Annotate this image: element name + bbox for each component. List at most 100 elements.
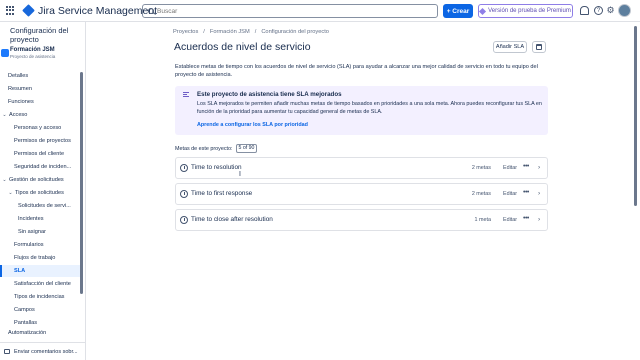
breadcrumb: Proyectos / Formación JSM / Configuració… [173, 29, 329, 35]
edit-sla-button[interactable]: Editar [503, 165, 517, 171]
create-button[interactable]: + Crear [443, 4, 473, 18]
priority-list-icon [183, 92, 189, 97]
sidebar-item-personas-y-acceso[interactable]: Personas y acceso [0, 122, 80, 134]
main-scrollbar[interactable] [634, 26, 637, 206]
sidebar-item-label: Gestión de solicitudes [9, 177, 64, 183]
notifications-bell-icon[interactable] [580, 6, 589, 15]
sidebar-item-resumen[interactable]: Resumen [0, 83, 80, 95]
help-icon[interactable]: ? [594, 6, 603, 15]
sidebar-item-acceso[interactable]: ⌄ Acceso [0, 109, 80, 121]
clock-icon [180, 216, 188, 224]
jira-logo-icon[interactable] [22, 4, 35, 17]
calendar-button[interactable] [532, 41, 546, 53]
app-name[interactable]: Jira Service Management [38, 5, 157, 17]
project-settings-sidebar: Configuración del proyecto Formación JSM… [0, 22, 86, 360]
sidebar-item-label: SLA [14, 268, 26, 274]
breadcrumb-separator: / [254, 29, 257, 35]
more-actions-icon[interactable]: ••• [523, 215, 529, 222]
sidebar-item-label: Flujos de trabajo [14, 255, 56, 261]
page-title: Acuerdos de nivel de servicio [174, 41, 311, 53]
sidebar-item-tipos-de-incidencias[interactable]: Tipos de incidencias [0, 291, 80, 303]
breadcrumb-item-settings[interactable]: Configuración del proyecto [261, 29, 329, 35]
settings-gear-icon[interactable]: ⚙ [606, 5, 615, 15]
sla-goal-count: 1 meta [474, 217, 491, 223]
sidebar-item-permisos-de-proyectos[interactable]: Permisos de proyectos [0, 135, 80, 147]
breadcrumb-item-proyectos[interactable]: Proyectos [173, 29, 198, 35]
sidebar-item-gestion-de-solicitudes[interactable]: ⌄ Gestión de solicitudes [0, 174, 80, 186]
chevron-right-icon[interactable]: › [538, 216, 540, 223]
configure-sla-priority-link[interactable]: Aprende a configurar los SLA por priorid… [197, 122, 308, 128]
sla-row[interactable]: Time to close after resolution 1 meta Ed… [175, 209, 548, 231]
sidebar-item-label: Pantallas [14, 320, 38, 326]
sidebar-item-label: Satisfacción del cliente [14, 281, 71, 287]
chevron-down-icon: ⌄ [2, 112, 7, 118]
project-name: Formación JSM [10, 47, 55, 53]
sidebar-item-detalles[interactable]: Detalles [0, 70, 80, 82]
sla-row[interactable]: Time to resolution 2 metas Editar ••• › [175, 157, 548, 179]
feedback-label: Enviar comentarios sobr... [14, 348, 78, 355]
feedback-link[interactable]: Enviar comentarios sobr... [0, 342, 86, 360]
more-actions-icon[interactable]: ••• [523, 189, 529, 196]
project-goals: Metas de este proyecto: 5 of 90 [175, 144, 258, 153]
chevron-right-icon[interactable]: › [538, 190, 540, 197]
search-input[interactable] [157, 7, 427, 15]
sidebar-item-label: Detalles [8, 73, 29, 79]
sidebar-item-label: Solicitudes de servi... [18, 203, 71, 209]
sidebar-item-label: Permisos de proyectos [14, 138, 71, 144]
mouse-cursor-icon: I [239, 171, 241, 178]
sidebar-item-label: Tipos de solicitudes [15, 190, 64, 196]
sidebar-item-sin-asignar[interactable]: Sin asignar [0, 226, 80, 238]
sidebar-item-label: Personas y acceso [14, 125, 62, 131]
search-icon [148, 8, 154, 14]
sidebar-item-solicitudes-de-servicio[interactable]: Solicitudes de servi... [0, 200, 80, 212]
sidebar-item-label: Campos [14, 307, 35, 313]
feedback-icon [4, 349, 10, 354]
search-box[interactable] [142, 4, 438, 18]
sla-name: Time to first response [191, 190, 253, 197]
sidebar-item-label: Sin asignar [18, 229, 46, 235]
sidebar-item-flujos-de-trabajo[interactable]: Flujos de trabajo [0, 252, 80, 264]
sidebar-item-tipos-de-solicitudes[interactable]: ⌄ Tipos de solicitudes [0, 187, 80, 199]
breadcrumb-item-project[interactable]: Formación JSM [210, 29, 250, 35]
clock-icon [180, 164, 188, 172]
page-description: Establece metas de tiempo con los acuerd… [175, 64, 538, 78]
project-type: Proyecto de asistencia [10, 54, 56, 59]
sidebar-item-incidentes[interactable]: Incidentes [0, 213, 80, 225]
sla-goal-count: 2 metas [471, 165, 491, 171]
sidebar-item-seguridad-de-incidencias[interactable]: Seguridad de inciden... [0, 161, 80, 173]
sla-row[interactable]: Time to first response 2 metas Editar ••… [175, 183, 548, 205]
sidebar-item-permisos-del-cliente[interactable]: Permisos del cliente [0, 148, 80, 160]
banner-title: Este proyecto de asistencia tiene SLA me… [197, 91, 342, 98]
sidebar-item-campos[interactable]: Campos [0, 304, 80, 316]
top-navigation-bar: Jira Service Management + Crear Versión … [0, 0, 640, 22]
sla-goal-count: 2 metas [471, 191, 491, 197]
sidebar-item-label: Acceso [9, 112, 28, 118]
chevron-right-icon[interactable]: › [538, 164, 540, 171]
sidebar-item-label: Incidentes [18, 216, 44, 222]
enhanced-sla-banner: Este proyecto de asistencia tiene SLA me… [175, 86, 548, 135]
goals-label: Metas de este proyecto: [175, 145, 233, 152]
chevron-down-icon: ⌄ [8, 190, 13, 196]
sidebar-item-funciones[interactable]: Funciones [0, 96, 80, 108]
more-actions-icon[interactable]: ••• [523, 163, 529, 170]
sidebar-item-automatizacion[interactable]: Automatización [0, 327, 80, 339]
chevron-down-icon: ⌄ [2, 177, 7, 183]
sidebar-item-label: Permisos del cliente [14, 151, 65, 157]
edit-sla-button[interactable]: Editar [503, 217, 517, 223]
goals-count-badge: 5 of 90 [235, 144, 258, 153]
sidebar-item-label: Formularios [14, 242, 44, 248]
sidebar-item-label: Resumen [8, 86, 32, 92]
sidebar-item-satisfaccion-del-cliente[interactable]: Satisfacción del cliente [0, 278, 80, 290]
premium-gem-icon [479, 7, 487, 15]
sidebar-item-formularios[interactable]: Formularios [0, 239, 80, 251]
project-avatar-icon [1, 49, 9, 57]
sidebar-item-sla[interactable]: SLA [0, 265, 80, 277]
calendar-icon [536, 44, 542, 50]
clock-icon [180, 190, 188, 198]
user-avatar[interactable] [618, 4, 631, 17]
app-switcher-icon[interactable] [6, 5, 16, 16]
sidebar-scrollbar[interactable] [80, 72, 83, 294]
add-sla-button[interactable]: Añadir SLA [493, 41, 527, 53]
premium-trial-button[interactable]: Versión de prueba de Premium [478, 4, 573, 18]
edit-sla-button[interactable]: Editar [503, 191, 517, 197]
